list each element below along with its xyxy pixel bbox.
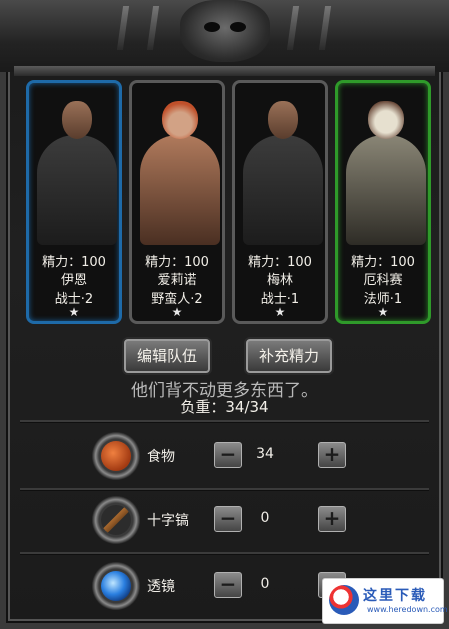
spike-decoration <box>286 6 300 50</box>
hero-card-exorse[interactable]: 精力：100 厄科赛 法师·1 ★ <box>335 80 431 324</box>
item-row-food: 食物 − 34 + <box>0 432 449 492</box>
lens-icon <box>92 562 140 610</box>
watermark: 这里下载 www.heredown.com <box>322 578 448 624</box>
item-label: 十字镐 <box>147 513 189 529</box>
hero-portrait <box>29 83 119 245</box>
divider <box>20 488 429 491</box>
hero-name: 厄科赛 <box>363 273 403 288</box>
item-label: 食物 <box>147 449 175 465</box>
increase-button[interactable]: + <box>318 506 346 532</box>
spike-decoration <box>146 6 160 50</box>
decrease-button[interactable]: − <box>214 506 242 532</box>
spike-decoration <box>116 6 130 50</box>
item-quantity: 34 <box>256 446 274 462</box>
hero-name: 伊恩 <box>60 273 87 288</box>
hero-card-ian[interactable]: 精力：100 伊恩 战士·2 ★ <box>26 80 122 324</box>
refill-stamina-button[interactable]: 补充精力 <box>246 339 332 373</box>
hero-portrait <box>338 83 428 245</box>
hero-portrait <box>132 83 222 245</box>
load-counter: 负重：34/34 <box>180 398 269 416</box>
watermark-text: 这里下载 <box>363 588 427 604</box>
hero-card-merlin[interactable]: 精力：100 梅林 战士·1 ★ <box>232 80 328 324</box>
item-quantity: 0 <box>260 510 270 526</box>
increase-button[interactable]: + <box>318 442 346 468</box>
star-icon: ★ <box>171 305 183 319</box>
star-icon: ★ <box>68 305 80 319</box>
decrease-button[interactable]: − <box>214 442 242 468</box>
meat-icon <box>92 432 140 480</box>
hero-stamina: 精力：100 <box>248 255 312 270</box>
top-bar <box>14 66 435 76</box>
item-row-pickaxe: 十字镐 − 0 + <box>0 496 449 556</box>
watermark-url: www.heredown.com <box>367 605 448 614</box>
top-ornament <box>0 0 449 72</box>
pickaxe-icon <box>92 496 140 544</box>
hero-name: 梅林 <box>266 273 293 288</box>
hero-portrait <box>235 83 325 245</box>
spike-decoration <box>318 6 332 50</box>
star-icon: ★ <box>274 305 286 319</box>
star-icon: ★ <box>377 305 389 319</box>
decrease-button[interactable]: − <box>214 572 242 598</box>
divider <box>20 552 429 555</box>
hero-stamina: 精力：100 <box>145 255 209 270</box>
item-quantity: 0 <box>260 576 270 592</box>
hero-stamina: 精力：100 <box>351 255 415 270</box>
hero-cards: 精力：100 伊恩 战士·2 ★ 精力：100 爱莉诺 野蛮人·2 ★ 精力：1… <box>26 80 434 326</box>
item-label: 透镜 <box>147 579 175 595</box>
hero-name: 爱莉诺 <box>157 273 197 288</box>
divider <box>20 420 429 423</box>
hero-stamina: 精力：100 <box>42 255 106 270</box>
hero-card-eleanor[interactable]: 精力：100 爱莉诺 野蛮人·2 ★ <box>129 80 225 324</box>
skull-emblem-icon <box>180 0 270 62</box>
edit-team-button[interactable]: 编辑队伍 <box>124 339 210 373</box>
watermark-logo-icon <box>329 585 359 615</box>
